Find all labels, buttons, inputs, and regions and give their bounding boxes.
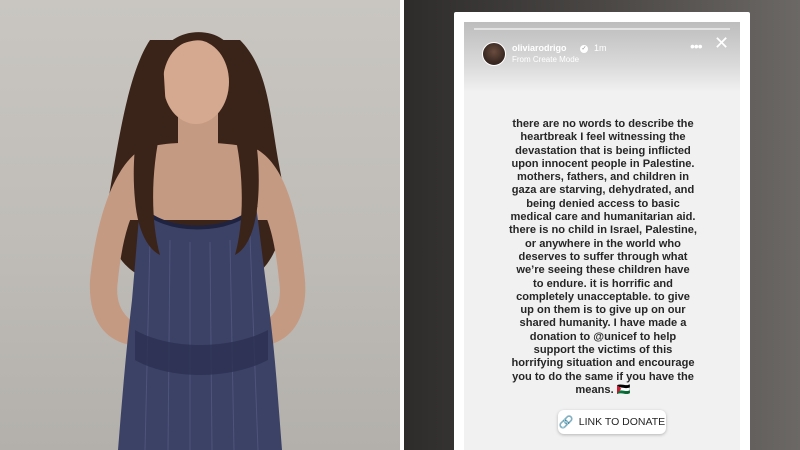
story-message-line: devastation that is being inflicted	[515, 144, 691, 157]
more-horizontal-icon[interactable]: •••	[690, 38, 703, 54]
story-sub-caption: From Create Mode	[512, 55, 580, 64]
story-message-line: being denied access to basic	[526, 197, 680, 210]
story-message-line: medical care and humanitarian aid.	[510, 211, 696, 224]
link-to-donate-button[interactable]: 🔗 LINK TO DONATE	[558, 410, 666, 434]
link-icon: 🔗	[558, 415, 574, 429]
woman-in-lace-dress-image	[89, 32, 306, 450]
story-message-line: means. 🇵🇸	[575, 383, 631, 396]
celebrity-photo	[0, 0, 400, 450]
story-message-line: gaza are starving, dehydrated, and	[511, 184, 695, 197]
story-message-line: to endure. it is horrific and	[533, 277, 673, 290]
avatar[interactable]	[482, 42, 506, 66]
story-message-line: there are no words to describe the	[512, 118, 694, 130]
story-timestamp: 1m	[594, 43, 607, 53]
story-message-line: mothers, fathers, and children in	[517, 171, 689, 184]
story-message-line: horrifying situation and encourage	[511, 357, 695, 370]
story-message-line: deserves to suffer through what	[518, 250, 688, 263]
story-message-line: completely unacceptable. to give	[516, 290, 690, 303]
instagram-story-screenshot: oliviarodrigo ✓ 1m From Create Mode ••• …	[404, 0, 800, 450]
story-card: oliviarodrigo ✓ 1m From Create Mode ••• …	[464, 22, 740, 450]
story-header: oliviarodrigo ✓ 1m From Create Mode ••• …	[464, 22, 740, 92]
story-message-line: there is no child in Israel, Palestine,	[508, 224, 698, 237]
story-message-line: shared humanity. I have made a	[519, 317, 687, 330]
story-frame: oliviarodrigo ✓ 1m From Create Mode ••• …	[454, 12, 750, 450]
donate-label: LINK TO DONATE	[578, 416, 666, 428]
story-username[interactable]: oliviarodrigo	[512, 43, 567, 53]
close-icon[interactable]: ✕	[714, 34, 729, 52]
story-message-line: up on them is to give up on our	[520, 304, 686, 317]
story-message-line: heartbreak I feel witnessing the	[520, 131, 686, 144]
story-message-line: we’re seeing these children have	[516, 264, 690, 277]
story-message-line: donation to @unicef to help	[529, 330, 677, 343]
story-message-line: you to do the same if you have the	[512, 370, 694, 383]
story-message-line: support the victims of this	[533, 344, 673, 357]
story-message-line: or anywhere in the world who	[525, 237, 681, 250]
story-progress-bar	[474, 28, 730, 30]
verified-badge-icon: ✓	[580, 45, 588, 53]
story-message: there are no words to describe the heartb…	[498, 118, 708, 397]
story-message-line: upon innocent people in Palestine.	[511, 157, 695, 170]
